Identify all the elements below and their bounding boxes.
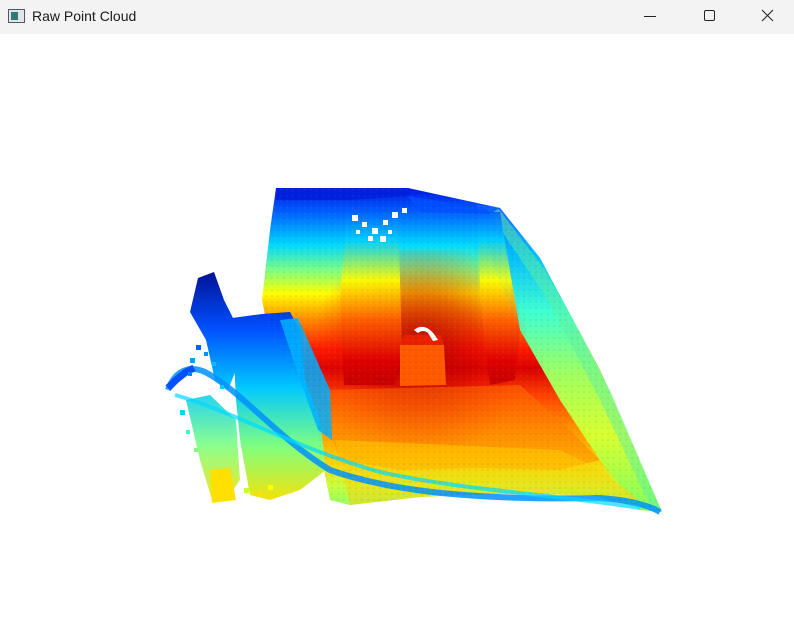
minimize-button[interactable] — [622, 0, 680, 34]
point-cloud-viewport[interactable] — [0, 34, 794, 630]
close-icon — [761, 9, 774, 22]
point-cloud-render — [165, 188, 662, 515]
minimize-icon — [644, 16, 656, 17]
close-button[interactable] — [738, 0, 794, 34]
window-app-icon[interactable] — [8, 9, 25, 23]
window-title: Raw Point Cloud — [32, 8, 137, 24]
app-window: Raw Point Cloud — [0, 0, 794, 630]
maximize-icon — [704, 10, 715, 21]
maximize-button[interactable] — [680, 0, 738, 34]
title-bar[interactable]: Raw Point Cloud — [0, 0, 794, 34]
